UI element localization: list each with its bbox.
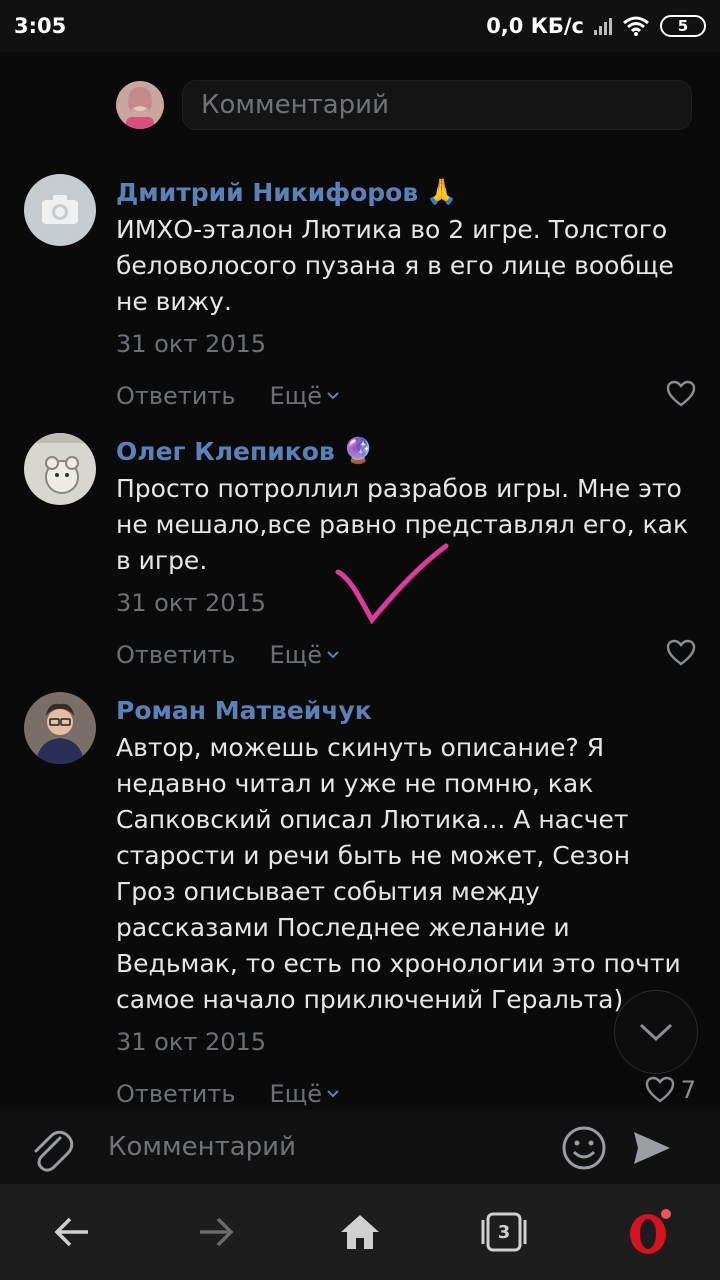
- comment-body: Дмитрий Никифоров 🙏 ИМХО-эталон Лютика во…: [116, 174, 696, 416]
- home-button[interactable]: [336, 1208, 384, 1256]
- forward-button[interactable]: [192, 1208, 240, 1256]
- wifi-icon: [623, 16, 649, 36]
- arrow-right-icon: [200, 1217, 234, 1247]
- arrow-left-icon: [54, 1217, 88, 1247]
- home-icon: [341, 1215, 379, 1249]
- comment-actions: Ответить Ещё 7: [116, 1074, 696, 1110]
- comment-date: 31 окт 2015: [116, 1028, 267, 1056]
- status-time: 3:05: [14, 14, 67, 38]
- back-button[interactable]: [48, 1208, 96, 1256]
- chevron-down-icon: [639, 1023, 673, 1042]
- opera-menu-button[interactable]: [624, 1208, 672, 1256]
- comment-actions: Ответить Ещё: [116, 376, 696, 416]
- comment-avatar[interactable]: [24, 433, 96, 505]
- heart-icon: [666, 639, 696, 666]
- comment-actions: Ответить Ещё: [116, 635, 696, 675]
- reply-button[interactable]: Ответить: [116, 641, 235, 669]
- compose-input[interactable]: Комментарий: [108, 1132, 296, 1162]
- like-count: 7: [680, 1076, 696, 1104]
- author-emoji: 🙏: [426, 177, 458, 206]
- signal-icon: [594, 17, 612, 35]
- top-comment-input[interactable]: Комментарий: [182, 80, 692, 130]
- opera-logo-icon: [630, 1209, 671, 1254]
- comment-avatar[interactable]: [24, 692, 96, 764]
- tabs-button[interactable]: 3: [480, 1208, 528, 1256]
- chevron-down-icon: [327, 1090, 339, 1098]
- send-icon[interactable]: [630, 1126, 674, 1170]
- more-button[interactable]: Ещё: [269, 382, 340, 410]
- battery-level: 5: [677, 17, 689, 35]
- comment-date: 31 окт 2015: [116, 330, 267, 358]
- chevron-down-icon: [327, 392, 339, 400]
- author-emoji: 🔮: [342, 436, 374, 465]
- top-comment-row: Комментарий: [116, 80, 692, 130]
- comment-text: ИМХО-эталон Лютика во 2 игре. Толстого б…: [116, 215, 674, 316]
- reply-button[interactable]: Ответить: [116, 1080, 235, 1108]
- reply-button[interactable]: Ответить: [116, 382, 235, 410]
- scroll-down-button[interactable]: [614, 990, 698, 1074]
- more-button[interactable]: Ещё: [269, 1080, 340, 1108]
- browser-nav-bar: 3: [0, 1184, 720, 1280]
- more-button[interactable]: Ещё: [269, 641, 340, 669]
- comment-avatar[interactable]: [24, 174, 96, 246]
- paperclip-icon[interactable]: [26, 1124, 74, 1172]
- heart-icon: [666, 380, 696, 407]
- battery-icon: 5: [660, 15, 706, 37]
- comment-text: Автор, можешь скинуть описание? Я недавн…: [116, 733, 681, 1014]
- heart-icon: [645, 1076, 674, 1103]
- comment-author[interactable]: Роман Матвейчук: [116, 692, 696, 728]
- status-bar: 3:05 0,0 КБ/с 5: [0, 0, 720, 52]
- chevron-down-icon: [327, 651, 339, 659]
- current-user-avatar: [116, 81, 164, 129]
- like-button[interactable]: 7: [645, 1076, 696, 1104]
- like-button[interactable]: [666, 639, 696, 673]
- comment-body: Роман Матвейчук Автор, можешь скинуть оп…: [116, 692, 696, 1110]
- network-speed: 0,0 КБ/с: [486, 14, 584, 38]
- comment-author[interactable]: Дмитрий Никифоров 🙏: [116, 174, 696, 210]
- like-button[interactable]: [666, 380, 696, 414]
- checkmark-annotation-icon: [335, 543, 449, 625]
- comment-author[interactable]: Олег Клепиков 🔮: [116, 433, 696, 469]
- emoji-icon[interactable]: [560, 1124, 608, 1172]
- compose-bar: Комментарий: [0, 1110, 720, 1184]
- comments-screen: Комментарий Дмитрий Никифоров 🙏 ИМХО-этал…: [0, 52, 720, 1110]
- tabs-count: 3: [497, 1221, 511, 1243]
